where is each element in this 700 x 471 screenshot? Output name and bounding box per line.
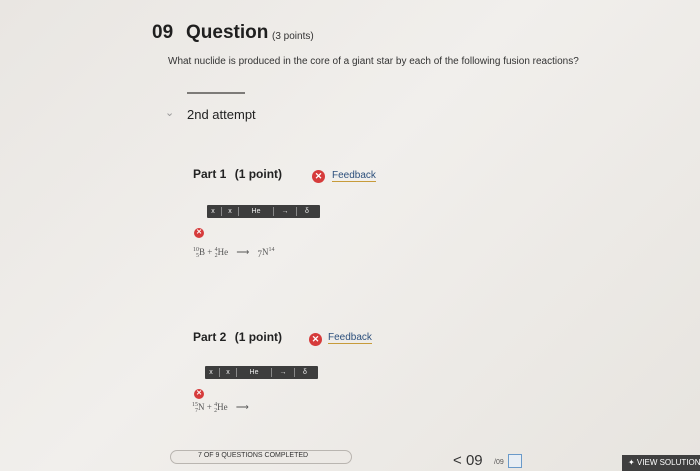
attempt-label[interactable]: 2nd attempt bbox=[187, 107, 256, 122]
part-1-title: Part 1 bbox=[193, 167, 227, 181]
question-nav: < 09 bbox=[453, 452, 483, 469]
question-number: 09 bbox=[152, 22, 174, 43]
question-points: (3 points) bbox=[272, 31, 314, 42]
next-question-button[interactable] bbox=[508, 454, 522, 468]
part-2-label: Part 2 (1 point) bbox=[193, 330, 282, 344]
error-x-icon: ✕ bbox=[312, 170, 325, 183]
question-text: What nuclide is produced in the core of … bbox=[168, 56, 579, 67]
prev-question-button[interactable]: < bbox=[453, 452, 462, 469]
part-1-toolbar: x x He → δ bbox=[207, 205, 320, 218]
part-1-label: Part 1 (1 point) bbox=[193, 167, 282, 181]
superscript-button[interactable]: x bbox=[224, 208, 236, 215]
part-1-equation: 10 5 B + 4 2 He ⟶ 7N14 bbox=[193, 247, 275, 259]
subscript-button[interactable]: x bbox=[207, 208, 219, 215]
superscript-button[interactable]: x bbox=[222, 369, 234, 376]
element-button[interactable]: He bbox=[241, 208, 271, 215]
arrow-button[interactable]: → bbox=[276, 208, 294, 215]
part-1-points: (1 point) bbox=[234, 167, 283, 181]
divider bbox=[187, 92, 245, 94]
chevron-down-icon[interactable]: ⌄ bbox=[165, 106, 174, 119]
delta-button[interactable]: δ bbox=[297, 369, 313, 376]
delta-button[interactable]: δ bbox=[299, 208, 315, 215]
element-button[interactable]: He bbox=[239, 369, 269, 376]
arrow-button[interactable]: → bbox=[274, 369, 292, 376]
part-1-feedback-link[interactable]: Feedback bbox=[332, 170, 376, 182]
part-2-title: Part 2 bbox=[193, 330, 227, 344]
current-question-number: 09 bbox=[465, 452, 483, 469]
error-x-icon: ✕ bbox=[309, 333, 322, 346]
question-total: /09 bbox=[494, 459, 504, 466]
part-2-toolbar: x x He → δ bbox=[205, 366, 318, 379]
answer-error-icon: ✕ bbox=[194, 389, 204, 399]
progress-text: 7 OF 9 QUESTIONS COMPLETED bbox=[198, 452, 309, 459]
answer-error-icon: ✕ bbox=[194, 228, 204, 238]
part-2-feedback-link[interactable]: Feedback bbox=[328, 332, 372, 344]
part-2-equation: 15 7 N + 4 2 He ⟶ bbox=[192, 402, 249, 414]
question-title: Question bbox=[186, 22, 269, 43]
view-solution-button[interactable]: ✦ VIEW SOLUTION bbox=[622, 455, 700, 471]
part-2-points: (1 point) bbox=[234, 330, 283, 344]
subscript-button[interactable]: x bbox=[205, 369, 217, 376]
